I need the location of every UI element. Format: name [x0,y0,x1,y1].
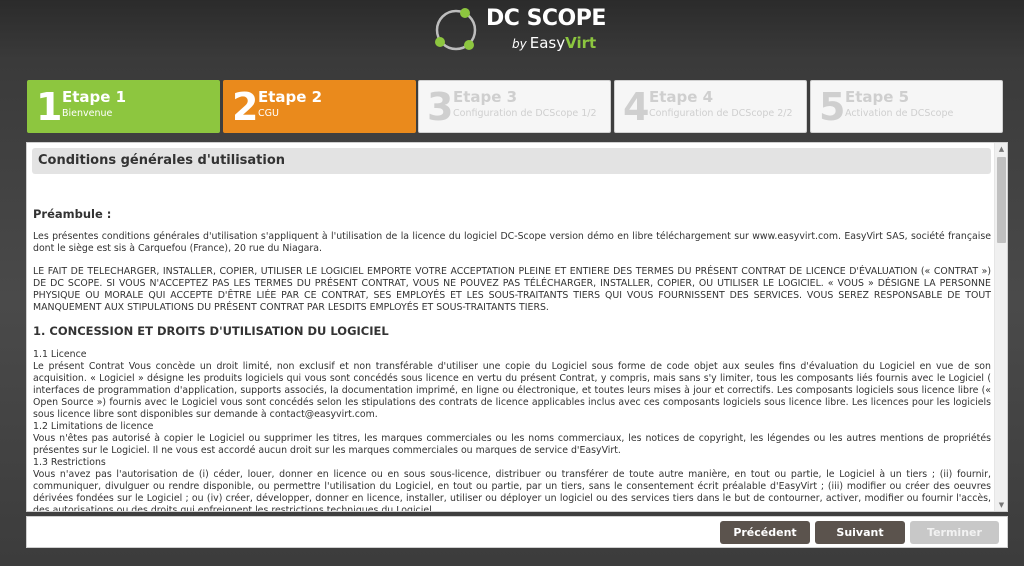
preamble-title: Préambule : [33,207,112,221]
step-subtitle: Bienvenue [62,108,113,119]
next-button[interactable]: Suivant [815,521,905,544]
logo-byline: by EasyVirt [512,34,596,52]
step-3: 3 Etape 3 Configuration de DCScope 1/2 [418,80,611,133]
scroll-up-arrow-icon[interactable]: ▲ [995,143,1007,155]
step-number: 1 [36,85,63,129]
step-number: 5 [819,85,846,129]
step-number: 2 [232,85,259,129]
wizard-steps: 1 Etape 1 Bienvenue 2 Etape 2 CGU 3 Etap… [27,80,1003,133]
acceptance-paragraph: LE FAIT DE TELECHARGER, INSTALLER, COPIE… [33,266,991,313]
preamble-paragraph: Les présentes conditions générales d'uti… [33,231,991,254]
section-1-3-text: Vous n'avez pas l'autorisation de (i) cé… [33,469,991,511]
dc-scope-logo: DC SCOPE by EasyVirt [430,4,610,56]
step-5: 5 Etape 5 Activation de DCScope [810,80,1003,133]
step-title: Etape 1 [62,88,127,106]
vertical-scrollbar[interactable]: ▲ ▼ [994,143,1007,511]
section-1-2-title: 1.2 Limitations de licence [33,421,154,432]
previous-button[interactable]: Précédent [720,521,810,544]
step-number: 4 [623,85,650,129]
step-title: Etape 5 [845,88,910,106]
terms-document: Préambule : Les présentes conditions gén… [32,208,991,511]
step-1[interactable]: 1 Etape 1 Bienvenue [27,80,220,133]
terms-scroll-area[interactable]: Conditions générales d'utilisation Préam… [27,143,995,511]
section-1-1-title: 1.1 Licence [33,349,87,360]
scroll-thumb[interactable] [997,157,1006,243]
section-1-3-title: 1.3 Restrictions [33,457,106,468]
logo-easy-text: Easy [529,34,566,52]
section-1-2-text: Vous n'êtes pas autorisé à copier le Log… [33,433,991,456]
step-subtitle: CGU [258,108,279,119]
step-title: Etape 2 [258,88,323,106]
wizard-actions: Précédent Suivant Terminer [26,516,1008,548]
step-2[interactable]: 2 Etape 2 CGU [223,80,416,133]
logo-brand-text: DC SCOPE [486,6,606,31]
terms-panel: Conditions générales d'utilisation Préam… [26,142,1008,512]
logo-virt-text: Virt [565,34,597,52]
step-subtitle: Activation de DCScope [845,108,954,119]
finish-button[interactable]: Terminer [910,521,999,544]
step-subtitle: Configuration de DCScope 1/2 [453,108,597,119]
scroll-down-arrow-icon[interactable]: ▼ [995,499,1007,511]
logo-mark-icon [435,8,477,51]
step-4: 4 Etape 4 Configuration de DCScope 2/2 [614,80,807,133]
step-title: Etape 4 [649,88,714,106]
step-subtitle: Configuration de DCScope 2/2 [649,108,793,119]
step-number: 3 [427,85,454,129]
section-1-title: 1. CONCESSION ET DROITS D'UTILISATION DU… [33,324,389,338]
step-title: Etape 3 [453,88,518,106]
logo-by-text: by [512,37,527,51]
section-1-1-text: Le présent Contrat Vous concède un droit… [33,361,991,420]
terms-header: Conditions générales d'utilisation [32,148,991,174]
